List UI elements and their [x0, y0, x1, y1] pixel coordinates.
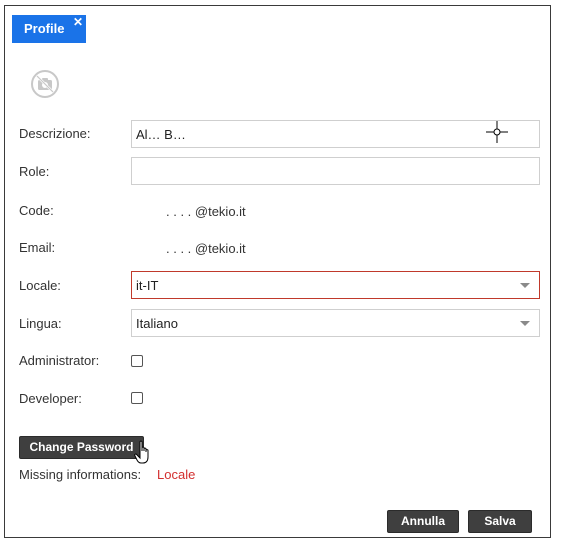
role-input[interactable] — [131, 157, 540, 185]
change-password-button[interactable]: Change Password — [19, 436, 144, 459]
close-icon[interactable]: ✕ — [73, 15, 83, 29]
code-label: Code: — [19, 203, 54, 218]
missing-informations-value: Locale — [157, 467, 196, 482]
email-value: . . . . @tekio.it — [166, 241, 246, 256]
descrizione-input[interactable]: Al… B… — [131, 120, 540, 148]
crosshair-cursor-icon — [486, 121, 508, 143]
lingua-select[interactable]: Italiano — [131, 309, 540, 337]
locale-label: Locale: — [19, 278, 61, 293]
locale-select[interactable]: it-IT — [131, 271, 540, 299]
missing-informations-label: Missing informations: — [19, 467, 142, 482]
role-label: Role: — [19, 164, 50, 179]
salva-button[interactable]: Salva — [468, 510, 532, 533]
chevron-down-icon[interactable] — [520, 321, 530, 326]
lingua-label: Lingua: — [19, 316, 62, 331]
locale-value: it-IT — [136, 278, 159, 293]
lingua-value: Italiano — [136, 316, 178, 331]
administrator-label: Administrator: — [19, 353, 100, 368]
annulla-button[interactable]: Annulla — [387, 510, 459, 533]
code-value: . . . . @tekio.it — [166, 204, 246, 219]
email-label: Email: — [19, 240, 56, 255]
descrizione-label: Descrizione: — [19, 126, 91, 141]
descrizione-value: Al… B… — [136, 127, 186, 142]
developer-label: Developer: — [19, 391, 82, 406]
administrator-checkbox[interactable] — [131, 355, 143, 367]
tab-profile-label: Profile — [24, 21, 65, 36]
chevron-down-icon[interactable] — [520, 283, 530, 288]
developer-checkbox[interactable] — [131, 392, 143, 404]
hand-pointer-icon — [134, 440, 154, 466]
camera-off-icon[interactable] — [30, 69, 60, 99]
tab-profile[interactable]: Profile ✕ — [12, 15, 86, 43]
